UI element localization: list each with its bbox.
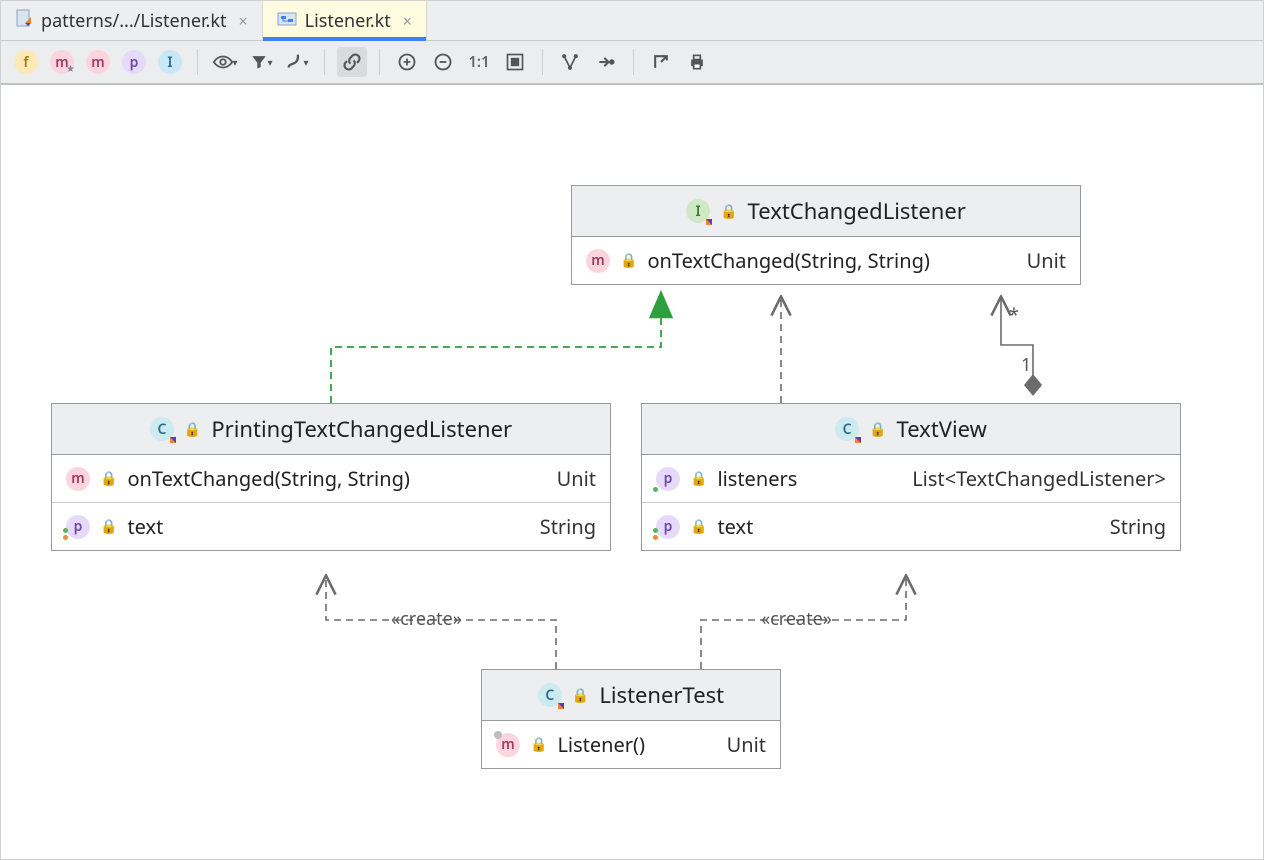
fit-content-button[interactable]: [500, 47, 530, 77]
class-header: I 🔒 TextChangedListener: [572, 186, 1080, 237]
diagram-toolbar: f m★ m p I ▾ ▾ ▾ 1:1: [1, 41, 1263, 85]
class-printing-text-changed-listener[interactable]: C 🔒 PrintingTextChangedListener m 🔒 onTe…: [51, 403, 611, 551]
member-row[interactable]: m 🔒 Listener() Unit: [482, 721, 780, 768]
zoom-out-button[interactable]: [428, 47, 458, 77]
export-button[interactable]: [646, 47, 676, 77]
method-icon: m: [586, 249, 610, 273]
class-name: ListenerTest: [599, 680, 724, 710]
member-name: text: [127, 513, 163, 540]
lock-icon: 🔒: [720, 202, 737, 221]
tab-label: Listener.kt: [305, 9, 391, 33]
create-label: «create»: [761, 607, 832, 631]
member-row[interactable]: m 🔒 onTextChanged(String, String) Unit: [52, 455, 610, 503]
lock-icon: 🔒: [690, 469, 707, 488]
separator: [379, 49, 380, 75]
class-name: TextChangedListener: [748, 196, 966, 226]
class-name: PrintingTextChangedListener: [211, 414, 512, 444]
diagram-canvas[interactable]: I 🔒 TextChangedListener m 🔒 onTextChange…: [1, 85, 1263, 859]
diagram-file-icon: [277, 9, 297, 33]
class-text-changed-listener[interactable]: I 🔒 TextChangedListener m 🔒 onTextChange…: [571, 185, 1081, 285]
member-type: String: [540, 513, 596, 540]
lock-icon: 🔒: [100, 517, 117, 536]
visibility-button[interactable]: ▾: [210, 47, 240, 77]
route-button[interactable]: ▾: [282, 47, 312, 77]
class-header: C 🔒 TextView: [642, 404, 1180, 455]
separator: [197, 49, 198, 75]
method-icon: m: [66, 467, 90, 491]
link-button[interactable]: [337, 47, 367, 77]
member-type: Unit: [1027, 247, 1066, 274]
member-row[interactable]: p 🔒 text String: [52, 503, 610, 550]
class-icon: C: [538, 683, 562, 707]
lock-icon: 🔒: [530, 735, 547, 754]
lock-icon: 🔒: [184, 420, 201, 439]
property-icon: p: [656, 515, 680, 539]
interface-icon: I: [686, 199, 710, 223]
tab-patterns-listener[interactable]: patterns/.../Listener.kt ×: [1, 1, 263, 40]
kotlin-file-icon: [15, 9, 33, 33]
lock-icon: 🔒: [572, 686, 589, 705]
member-name: Listener(): [557, 731, 645, 758]
property-icon: p: [66, 515, 90, 539]
method-icon: m: [496, 733, 520, 757]
actual-size-button[interactable]: 1:1: [464, 47, 494, 77]
member-name: onTextChanged(String, String): [647, 247, 929, 274]
tab-label: patterns/.../Listener.kt: [41, 9, 226, 33]
filter-m-button[interactable]: m: [83, 47, 113, 77]
lock-icon: 🔒: [100, 469, 117, 488]
filter-m-star-button[interactable]: m★: [47, 47, 77, 77]
close-icon[interactable]: ×: [403, 10, 412, 32]
filter-f-button[interactable]: f: [11, 47, 41, 77]
multiplicity-many: *: [1009, 303, 1019, 327]
close-icon[interactable]: ×: [238, 10, 247, 32]
class-header: C 🔒 PrintingTextChangedListener: [52, 404, 610, 455]
member-row[interactable]: m 🔒 onTextChanged(String, String) Unit: [572, 237, 1080, 284]
filter-p-button[interactable]: p: [119, 47, 149, 77]
star-icon: ★: [66, 61, 75, 75]
member-type: Unit: [557, 465, 596, 492]
class-text-view[interactable]: C 🔒 TextView p 🔒 listeners List<TextChan…: [641, 403, 1181, 551]
property-icon: p: [656, 467, 680, 491]
print-button[interactable]: [682, 47, 712, 77]
member-row[interactable]: p 🔒 listeners List<TextChangedListener>: [642, 455, 1180, 503]
create-label: «create»: [391, 607, 462, 631]
lock-icon: 🔒: [869, 420, 886, 439]
lock-icon: 🔒: [620, 251, 637, 270]
class-icon: C: [835, 417, 859, 441]
member-type: String: [1110, 513, 1166, 540]
member-name: text: [717, 513, 753, 540]
member-type: List<TextChangedListener>: [912, 465, 1166, 492]
layout-button[interactable]: [555, 47, 585, 77]
member-name: onTextChanged(String, String): [127, 465, 409, 492]
member-type: Unit: [727, 731, 766, 758]
editor-tabs: patterns/.../Listener.kt × Listener.kt ×: [1, 1, 1263, 41]
zoom-in-button[interactable]: [392, 47, 422, 77]
filter-i-button[interactable]: I: [155, 47, 185, 77]
apply-layout-button[interactable]: [591, 47, 621, 77]
separator: [542, 49, 543, 75]
class-listener-test[interactable]: C 🔒 ListenerTest m 🔒 Listener() Unit: [481, 669, 781, 769]
class-header: C 🔒 ListenerTest: [482, 670, 780, 721]
filter-dropdown-button[interactable]: ▾: [246, 47, 276, 77]
separator: [324, 49, 325, 75]
multiplicity-one: 1: [1021, 353, 1031, 377]
member-row[interactable]: p 🔒 text String: [642, 503, 1180, 550]
class-icon: C: [150, 417, 174, 441]
tab-diagram-listener[interactable]: Listener.kt ×: [263, 1, 427, 40]
separator: [633, 49, 634, 75]
member-name: listeners: [717, 465, 797, 492]
lock-icon: 🔒: [690, 517, 707, 536]
class-name: TextView: [897, 414, 987, 444]
